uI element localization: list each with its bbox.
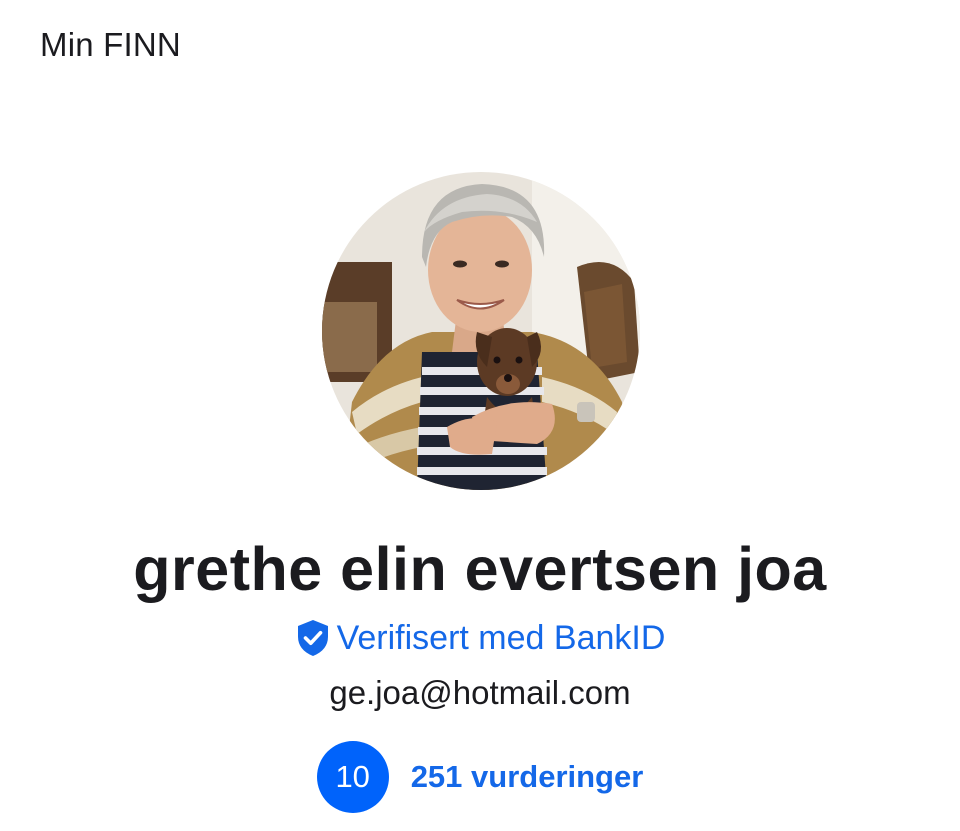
reviews-link[interactable]: 251 vurderinger	[411, 759, 644, 795]
shield-check-icon	[297, 620, 328, 656]
page-title: Min FINN	[40, 26, 181, 63]
score-badge: 10	[316, 741, 389, 813]
email-address: ge.joa@hotmail.com	[329, 674, 631, 711]
rating-row: 10 251 vurderinger	[0, 741, 960, 813]
avatar	[322, 172, 640, 490]
profile-photo	[322, 172, 640, 490]
profile-name: grethe elin evertsen joa	[133, 535, 827, 603]
verified-badge[interactable]: Verifisert med BankID	[0, 618, 960, 658]
verified-label: Verifisert med BankID	[336, 618, 666, 657]
